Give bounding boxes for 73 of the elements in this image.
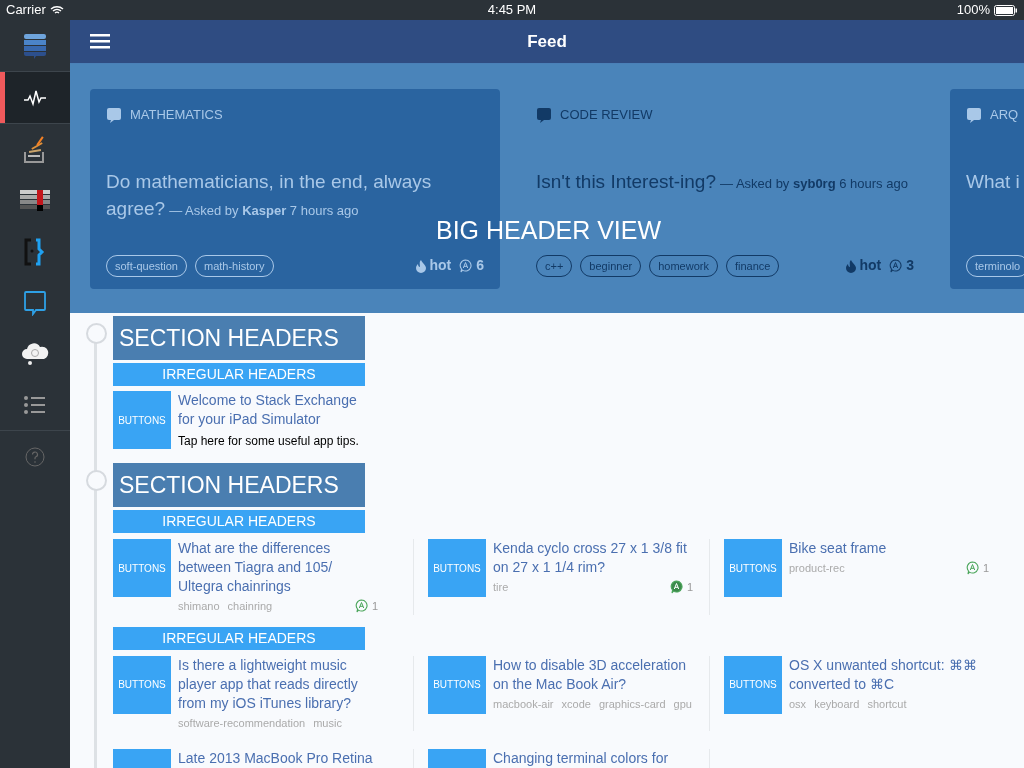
hot-label: hot xyxy=(859,256,882,276)
item-button[interactable]: BUTTONS xyxy=(113,391,171,449)
section-header: SECTION HEADERS xyxy=(113,463,365,507)
sidebar-item[interactable] xyxy=(0,72,70,123)
answer-count: 3 xyxy=(906,256,914,276)
answer-icon xyxy=(889,258,903,273)
tag-text[interactable]: keyboard xyxy=(814,695,860,712)
tag-text[interactable]: xcode xyxy=(561,695,591,712)
tag-text[interactable]: shimano xyxy=(178,598,220,615)
brackets-icon xyxy=(23,237,47,266)
answer-count: 1 xyxy=(982,561,989,576)
question-title[interactable]: OS X unwanted shortcut: ⌘⌘ converted to ⌘C xyxy=(789,655,989,694)
tag-text[interactable]: macbook-air xyxy=(493,695,554,712)
tag-text[interactable]: shortcut xyxy=(867,695,907,712)
item-button[interactable]: BUTTONS xyxy=(428,539,486,597)
grid-icon xyxy=(20,189,50,212)
tag-text[interactable]: product-rec xyxy=(789,560,845,577)
irregular-header: IRREGULAR HEADERS xyxy=(113,510,365,533)
tag-text[interactable]: osx xyxy=(789,695,807,712)
battery-text: 100% xyxy=(956,1,990,20)
carrier-text: Carrier xyxy=(6,1,46,20)
tag-text[interactable]: software-recommendation xyxy=(178,714,306,731)
item-button[interactable]: BUTTONS xyxy=(428,655,486,714)
flame-icon xyxy=(845,258,858,273)
question-title: What i xyxy=(966,170,1021,194)
menu-icon[interactable] xyxy=(90,34,110,49)
list-icon xyxy=(24,395,46,414)
pulse-icon xyxy=(23,88,47,107)
welcome-title[interactable]: Welcome to Stack Exchange for your iPad Simulator xyxy=(178,391,370,429)
nav-title: Feed xyxy=(527,30,567,53)
question-title[interactable]: Bike seat frame xyxy=(789,539,989,558)
stacked-bars-icon xyxy=(23,32,47,59)
answer-count: 6 xyxy=(476,256,484,276)
section-header: SECTION HEADERS xyxy=(113,316,365,360)
irregular-header: IRREGULAR HEADERS xyxy=(113,626,365,650)
item-button[interactable]: BUTTONS xyxy=(724,539,782,597)
site-name: MATHEMATICS xyxy=(130,106,223,125)
item-button[interactable]: BUTTONS xyxy=(113,539,171,597)
tag-text[interactable]: chainring xyxy=(227,598,273,615)
site-name: ARQ xyxy=(990,106,1019,125)
site-name: CODE REVIEW xyxy=(560,106,653,125)
site-icon xyxy=(106,107,122,123)
help-icon xyxy=(25,446,45,467)
tag-text[interactable]: graphics-card xyxy=(598,695,666,712)
battery-icon xyxy=(994,4,1018,16)
answer-icon xyxy=(459,258,473,273)
tag-text[interactable]: music xyxy=(313,714,342,731)
clock-text: 4:45 PM xyxy=(487,1,537,20)
item-button[interactable]: BUTTONS xyxy=(724,655,782,714)
question-title[interactable]: What are the differences between Tiagra and 105/ Ultegra chainrings xyxy=(178,539,378,596)
answer-count: 1 xyxy=(686,580,693,595)
site-icon xyxy=(966,107,982,123)
question-title[interactable]: Changing terminal colors for xyxy=(493,749,693,768)
question-title[interactable]: Kenda cyclo cross 27 x 1 3/8 fit on 27 x 1 1/4 rim? xyxy=(493,539,693,577)
answer-count: 1 xyxy=(371,599,378,614)
question-title[interactable]: Is there a lightweight music player app that reads directly from my iOS iTunes library? xyxy=(178,655,378,713)
hot-label: hot xyxy=(429,256,452,276)
tag-text[interactable]: gpu xyxy=(673,695,692,712)
tag-text[interactable]: tire xyxy=(493,579,509,596)
chat-bubble-icon xyxy=(23,289,47,316)
welcome-subtitle: Tap here for some useful app tips. xyxy=(178,433,360,450)
flame-icon xyxy=(415,258,428,273)
site-icon xyxy=(536,107,552,123)
item-button[interactable]: BUTTONS xyxy=(113,655,171,714)
stacked-papers-icon xyxy=(23,135,47,164)
question-title[interactable]: How to disable 3D acceleration on the Mac Book Air? xyxy=(493,655,693,694)
irregular-header: IRREGULAR HEADERS xyxy=(113,363,365,386)
question-title[interactable]: Late 2013 MacBook Pro Retina xyxy=(178,749,378,768)
question-title: Isn't this Interest-ing? — Asked by syb0rg 6 hours ago xyxy=(536,170,909,194)
wifi-icon xyxy=(49,5,64,15)
cloud-icon xyxy=(20,340,50,367)
header-overlay-title: BIG HEADER VIEW xyxy=(436,216,662,244)
question-title: Do mathematicians, in the end, always agree? — Asked by Kasper 7 hours ago xyxy=(106,170,433,221)
